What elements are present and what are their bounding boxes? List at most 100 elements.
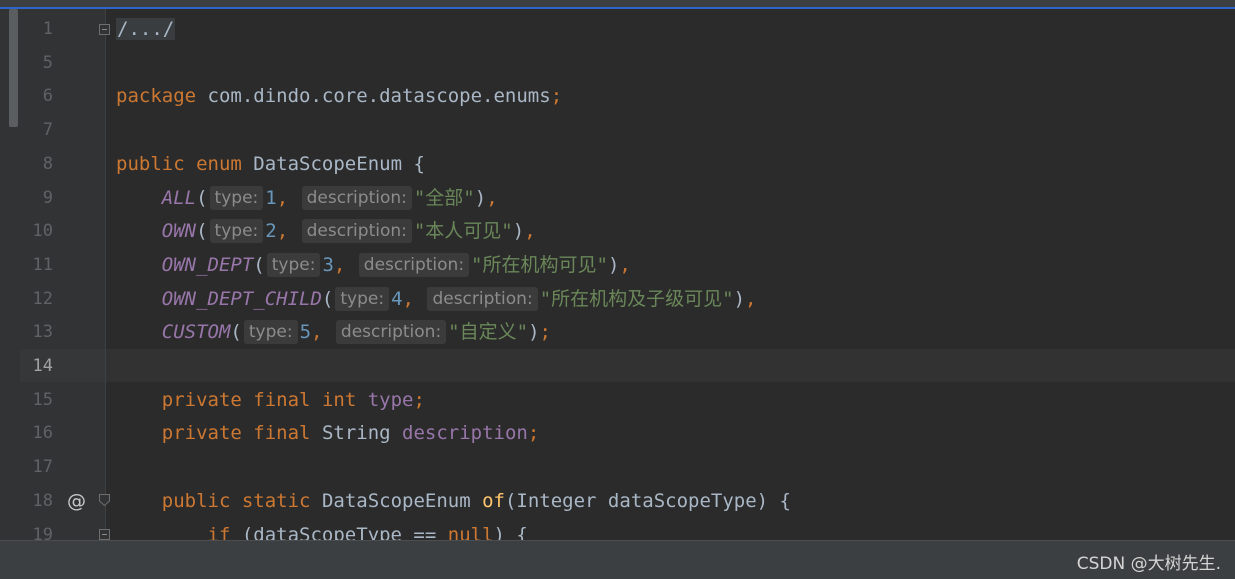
- code-token: /.../: [116, 18, 176, 40]
- code-text: OWN(type: 2, description: "本人可见"),: [116, 215, 536, 248]
- line-number: 7: [42, 120, 53, 141]
- code-text: OWN_DEPT_CHILD(type: 4, description: "所在机构…: [116, 283, 756, 316]
- code-token: ,: [333, 253, 357, 276]
- code-token: ,: [276, 186, 300, 209]
- code-text: CUSTOM(type: 5, description: "自定义");: [116, 316, 551, 349]
- code-token: 2: [265, 220, 277, 243]
- code-token: 4: [391, 287, 403, 310]
- line-number: 15: [32, 389, 53, 410]
- code-token: enum: [196, 152, 242, 175]
- code-token: OWN_DEPT: [161, 253, 254, 276]
- code-token: public: [161, 489, 231, 512]
- code-token: (: [253, 253, 265, 276]
- code-token: DataScopeEnum {: [241, 152, 425, 175]
- code-token: private: [161, 422, 242, 445]
- fold-expand-icon[interactable]: [99, 494, 110, 506]
- code-token: ;: [413, 388, 425, 411]
- fold-collapse-icon[interactable]: [99, 529, 110, 540]
- code-token: (: [196, 186, 208, 209]
- code-token: CUSTOM: [161, 321, 231, 344]
- parameter-hint: type:: [335, 286, 390, 311]
- code-token: 1: [265, 186, 277, 209]
- code-token: "全部": [413, 186, 475, 209]
- code-text: package com.dindo.core.datascope.enums;: [116, 80, 562, 113]
- code-line[interactable]: 10 OWN(type: 2, description: "本人可见"),: [0, 215, 1235, 248]
- code-text: private final int type;: [116, 384, 425, 417]
- code-token: "自定义": [448, 321, 529, 344]
- code-line[interactable]: 1 /.../: [0, 13, 1235, 46]
- code-token: int: [321, 388, 357, 411]
- code-token: final: [253, 422, 311, 445]
- code-token: (Integer dataScopeType) {: [504, 489, 791, 512]
- code-line[interactable]: 7: [0, 114, 1235, 147]
- code-line[interactable]: 14: [0, 350, 1235, 383]
- fold-collapsed-icon[interactable]: [99, 24, 110, 35]
- code-token: type: [367, 388, 414, 411]
- code-text: public enum DataScopeEnum {: [116, 148, 425, 181]
- code-token: of: [482, 489, 505, 512]
- code-line[interactable]: 16 private final String description;: [0, 417, 1235, 450]
- code-token: ,: [402, 287, 426, 310]
- code-line[interactable]: 8 public enum DataScopeEnum {: [0, 148, 1235, 181]
- code-token: ): [474, 186, 487, 209]
- parameter-hint: description:: [358, 252, 470, 277]
- code-token: ,: [486, 186, 498, 209]
- line-number: 17: [32, 457, 53, 478]
- code-token: ;: [539, 321, 551, 344]
- code-line[interactable]: 12 OWN_DEPT_CHILD(type: 4, description: "所…: [0, 283, 1235, 316]
- code-token: OWN: [161, 220, 197, 243]
- code-token: ;: [550, 85, 563, 108]
- code-token: 5: [299, 321, 312, 344]
- code-token: ,: [276, 220, 300, 243]
- code-line[interactable]: 5: [0, 47, 1235, 80]
- code-token: description: [402, 422, 528, 445]
- watermark-text: CSDN @大树先生.: [1076, 554, 1221, 574]
- line-number: 16: [32, 423, 53, 444]
- code-token: ALL: [161, 186, 197, 209]
- code-line[interactable]: 9 ALL(type: 1, description: "全部"),: [0, 182, 1235, 215]
- line-number: 6: [42, 86, 53, 107]
- code-token: public: [116, 152, 185, 175]
- code-token: (: [321, 287, 334, 310]
- status-bar: CSDN @大树先生.: [0, 540, 1235, 579]
- code-token: ): [512, 220, 525, 243]
- code-text: /.../: [116, 13, 176, 46]
- line-number: 12: [32, 288, 53, 309]
- code-line[interactable]: 15 private final int type;: [0, 384, 1235, 417]
- parameter-hint: description:: [427, 286, 538, 311]
- code-line[interactable]: 13 CUSTOM(type: 5, description: "自定义");: [0, 316, 1235, 349]
- parameter-hint: type:: [209, 219, 264, 244]
- parameter-hint: type:: [209, 185, 264, 210]
- line-number: 9: [42, 187, 53, 208]
- code-token: String: [310, 422, 403, 445]
- override-marker-icon[interactable]: @: [67, 485, 86, 518]
- line-number: 18: [32, 490, 53, 511]
- line-number: 5: [42, 52, 53, 73]
- code-token: ): [733, 287, 746, 310]
- code-token: package: [116, 85, 197, 108]
- parameter-hint: description:: [301, 219, 412, 244]
- code-token: ,: [745, 287, 757, 310]
- code-token: com.dindo.core.datascope.enums: [196, 85, 551, 108]
- code-line[interactable]: 17: [0, 451, 1235, 484]
- line-number: 13: [32, 322, 53, 343]
- code-line[interactable]: 18 @ public static DataScopeEnum of(Integ…: [0, 485, 1235, 518]
- code-token: "所在机构及子级可见": [539, 287, 734, 310]
- code-token: DataScopeEnum: [310, 489, 483, 512]
- parameter-hint: description:: [335, 320, 447, 345]
- line-number: 11: [32, 254, 53, 275]
- line-number: 8: [42, 153, 53, 174]
- line-number: 14: [32, 356, 53, 376]
- code-line[interactable]: 11 OWN_DEPT(type: 3, description: "所在机构可见"…: [0, 249, 1235, 282]
- code-line[interactable]: 6 package com.dindo.core.datascope.enums;: [0, 80, 1235, 113]
